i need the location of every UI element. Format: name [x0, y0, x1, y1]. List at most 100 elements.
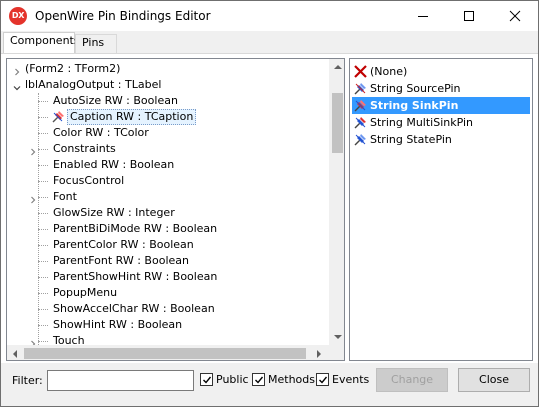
- filter-label: Filter:: [12, 374, 43, 387]
- pin-list-item-label: String StatePin: [370, 133, 452, 146]
- tree-item-label: ParentShowHint RW : Boolean: [53, 270, 218, 283]
- multisink-pin-icon: [353, 115, 368, 130]
- pin-list-item-label: (None): [370, 65, 408, 78]
- tree-item[interactable]: ShowAccelChar RW : Boolean: [7, 301, 329, 317]
- tab-pins[interactable]: Pins: [75, 34, 117, 53]
- window-title: OpenWire Pin Bindings Editor: [35, 9, 211, 23]
- tree-connector-line: [38, 181, 48, 182]
- maximize-icon: [464, 11, 474, 21]
- pin-list-item[interactable]: String StatePin: [352, 131, 530, 148]
- vertical-scroll-thumb[interactable]: [332, 93, 343, 153]
- chevron-right-icon[interactable]: [29, 145, 37, 156]
- title-bar[interactable]: DX OpenWire Pin Bindings Editor: [1, 1, 538, 31]
- tree-connector-line: [38, 117, 48, 118]
- horizontal-scroll-thumb[interactable]: [24, 348, 306, 359]
- tree-item[interactable]: ParentFont RW : Boolean: [7, 253, 329, 269]
- chevron-down-icon[interactable]: [13, 81, 21, 91]
- tree-item[interactable]: Constraints: [7, 141, 329, 157]
- chevron-right-icon[interactable]: [29, 337, 37, 348]
- tree-item[interactable]: Color RW : TColor: [7, 125, 329, 141]
- tree-item[interactable]: lblAnalogOutput : TLabel: [7, 77, 329, 93]
- main-content: (Form2 : TForm2) lblAnalogOutput : TLabel…: [1, 53, 538, 363]
- public-checkbox-label: Public: [216, 373, 249, 386]
- tree-item-label: Enabled RW : Boolean: [53, 158, 175, 171]
- tree-guide-line: [38, 93, 39, 349]
- checkbox-box[interactable]: [252, 373, 265, 386]
- tree-connector-line: [38, 149, 48, 150]
- scroll-down-arrow-icon[interactable]: [334, 335, 342, 339]
- checkmark-icon: [319, 376, 328, 384]
- component-tree[interactable]: (Form2 : TForm2) lblAnalogOutput : TLabel…: [6, 58, 345, 361]
- tree-connector-line: [38, 341, 48, 342]
- tree-item[interactable]: Enabled RW : Boolean: [7, 157, 329, 173]
- checkmark-icon: [203, 376, 212, 384]
- tree-item[interactable]: (Form2 : TForm2): [7, 61, 329, 77]
- tree-connector-line: [38, 293, 48, 294]
- pin-list-item-label: String MultiSinkPin: [370, 116, 474, 129]
- tree-connector-line: [38, 101, 48, 102]
- close-icon: [509, 10, 521, 22]
- pin-list-item[interactable]: (None): [352, 63, 530, 80]
- pin-list-item[interactable]: String SourcePin: [352, 80, 530, 97]
- tree-vertical-scrollbar[interactable]: [329, 59, 344, 345]
- pin-list-item[interactable]: String SinkPin: [352, 97, 530, 114]
- tree-item-label: ShowHint RW : Boolean: [53, 318, 183, 331]
- chevron-right-icon[interactable]: [29, 193, 37, 204]
- close-window-button[interactable]: [492, 1, 538, 31]
- tree-horizontal-scrollbar[interactable]: [7, 345, 329, 360]
- checkmark-icon: [255, 376, 264, 384]
- tree-item[interactable]: ParentColor RW : Boolean: [7, 237, 329, 253]
- tree-item-label: FocusControl: [53, 174, 125, 187]
- tree-connector-line: [38, 165, 48, 166]
- minimize-button[interactable]: [400, 1, 446, 31]
- tree-item[interactable]: AutoSize RW : Boolean: [7, 93, 329, 109]
- tree-item[interactable]: ShowHint RW : Boolean: [7, 317, 329, 333]
- scroll-right-arrow-icon[interactable]: [317, 350, 321, 358]
- checkbox-box[interactable]: [200, 373, 213, 386]
- maximize-button[interactable]: [446, 1, 492, 31]
- tab-bar: Components Pins: [1, 31, 538, 53]
- tree-connector-line: [38, 325, 48, 326]
- minimize-icon: [418, 16, 428, 17]
- tree-item-label: Color RW : TColor: [53, 126, 149, 139]
- filter-input[interactable]: [47, 370, 194, 391]
- tree-connector-line: [38, 213, 48, 214]
- source-pin-icon: [353, 81, 368, 96]
- pin-icon: [51, 110, 65, 124]
- tree-item[interactable]: Font: [7, 189, 329, 205]
- tree-item-label: lblAnalogOutput : TLabel: [25, 78, 162, 91]
- tree-item-label: ParentFont RW : Boolean: [53, 254, 189, 267]
- pin-list-item-label: String SourcePin: [370, 82, 461, 95]
- bottom-bar: Filter: Public Methods Events Change Clo…: [1, 363, 538, 406]
- scrollbar-corner: [329, 345, 344, 360]
- checkbox-box[interactable]: [316, 373, 329, 386]
- sink-pin-icon: [353, 98, 368, 113]
- tree-item[interactable]: PopupMenu: [7, 285, 329, 301]
- tree-item-label: ShowAccelChar RW : Boolean: [53, 302, 215, 315]
- scroll-up-arrow-icon[interactable]: [334, 65, 342, 69]
- scroll-left-arrow-icon[interactable]: [13, 350, 17, 358]
- tree-connector-line: [38, 229, 48, 230]
- tree-item[interactable]: ParentBiDiMode RW : Boolean: [7, 221, 329, 237]
- change-button[interactable]: Change: [376, 368, 448, 392]
- tree-item-label: Caption RW : TCaption: [67, 109, 197, 125]
- tree-connector-line: [38, 245, 48, 246]
- tree-item[interactable]: Caption RW : TCaption: [7, 109, 329, 125]
- pin-list[interactable]: (None) String SourcePin String SinkPin Stri…: [349, 58, 533, 361]
- tree-item-label: Font: [53, 190, 77, 203]
- state-pin-icon: [353, 132, 368, 147]
- methods-checkbox-label: Methods: [268, 373, 315, 386]
- pin-list-item[interactable]: String MultiSinkPin: [352, 114, 530, 131]
- tree-item[interactable]: FocusControl: [7, 173, 329, 189]
- tree-item-label: (Form2 : TForm2): [25, 62, 121, 75]
- chevron-right-icon[interactable]: [13, 65, 21, 76]
- tab-components[interactable]: Components: [3, 32, 80, 53]
- tree-item[interactable]: GlowSize RW : Integer: [7, 205, 329, 221]
- tree-item-label: ParentColor RW : Boolean: [53, 238, 194, 251]
- tree-connector-line: [38, 309, 48, 310]
- tree-item-label: PopupMenu: [53, 286, 118, 299]
- tree-item[interactable]: ParentShowHint RW : Boolean: [7, 269, 329, 285]
- tree-connector-line: [38, 261, 48, 262]
- tree-item-label: Constraints: [53, 142, 116, 155]
- close-button[interactable]: Close: [458, 368, 530, 392]
